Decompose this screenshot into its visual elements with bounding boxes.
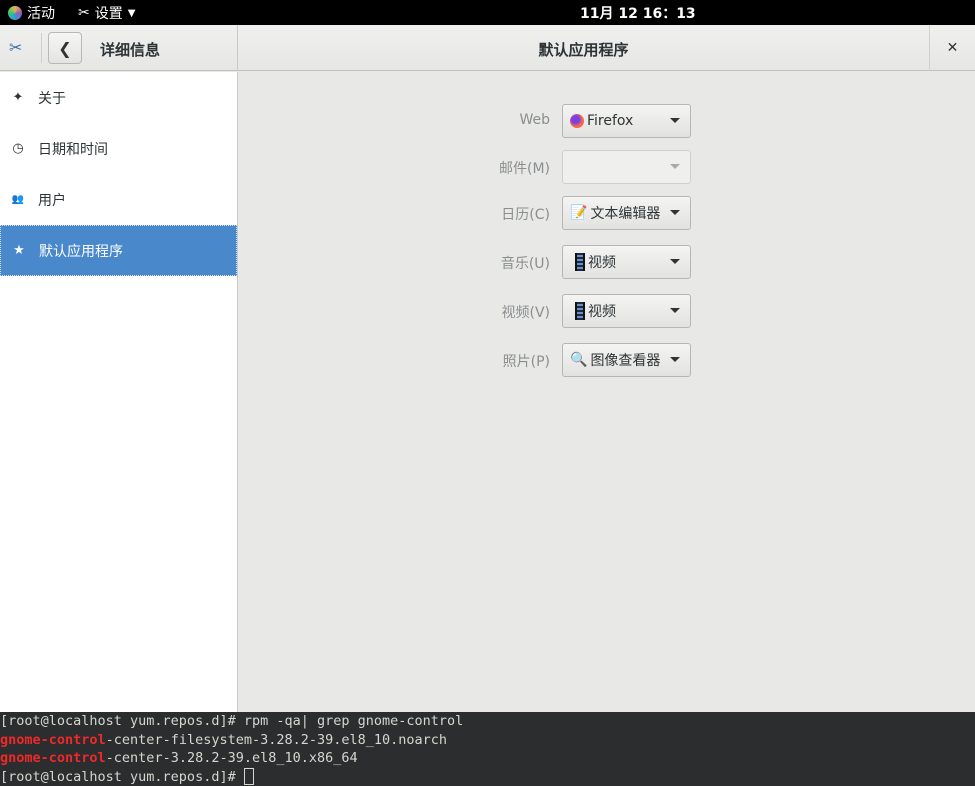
sidebar-item-label: 用户 xyxy=(38,192,66,209)
chevron-down-icon xyxy=(670,210,680,215)
sidebar-item-label: 日期和时间 xyxy=(38,141,108,158)
dropdown-value: 文本编辑器 xyxy=(590,206,661,222)
close-icon: ✕ xyxy=(946,40,959,56)
activities-label: 活动 xyxy=(27,6,55,22)
star-icon: ★ xyxy=(13,243,25,258)
users-icon: 👥 xyxy=(11,194,25,205)
clock-icon: ◷ xyxy=(12,141,24,156)
web-dropdown[interactable]: Firefox xyxy=(562,104,691,138)
sidebar-item-label: 默认应用程序 xyxy=(39,243,123,260)
dropdown-value: 视频 xyxy=(588,304,616,320)
sidebar-item-users[interactable]: 👥 用户 xyxy=(0,174,237,225)
sidebar-item-about[interactable]: ✦ 关于 xyxy=(0,72,237,123)
back-button[interactable]: ❮ xyxy=(48,32,82,64)
video-label: 视频(V) xyxy=(501,305,550,321)
terminal-line: gnome-control-center-3.28.2-39.el8_10.x8… xyxy=(0,749,975,768)
dropdown-value: 视频 xyxy=(588,255,616,271)
video-dropdown[interactable]: 视频 xyxy=(562,294,691,328)
grep-match: gnome-control xyxy=(0,750,106,766)
header-bar: ✂ ❮ 详细信息 默认应用程序 ✕ xyxy=(0,25,975,71)
terminal-text: -center-filesystem-3.28.2-39.el8_10.noar… xyxy=(105,731,448,748)
calendar-label: 日历(C) xyxy=(501,207,550,223)
distro-logo-icon xyxy=(8,6,22,20)
tools-icon: ✂ xyxy=(78,5,90,21)
grep-match: gnome-control xyxy=(0,731,106,748)
chevron-down-icon xyxy=(670,164,680,169)
text-editor-icon: 📝 xyxy=(570,205,588,221)
terminal-line: [root@localhost yum.repos.d]# rpm -qa| g… xyxy=(0,713,464,729)
photos-label: 照片(P) xyxy=(502,354,550,370)
default-web-row: Web Firefox xyxy=(420,104,710,138)
music-label: 音乐(U) xyxy=(500,256,550,272)
chevron-down-icon: ▼ xyxy=(127,7,136,19)
clock[interactable]: 11月 12 16：13 xyxy=(580,3,696,23)
music-dropdown[interactable]: 视频 xyxy=(562,245,691,279)
terminal-text: -center-3.28.2-39.el8_10.x86_64 xyxy=(105,750,358,766)
sparkle-icon: ✦ xyxy=(12,90,24,105)
terminal-prompt: [root@localhost yum.repos.d]# xyxy=(0,768,244,785)
default-music-row: 音乐(U) 视频 xyxy=(420,245,710,279)
top-bar: 活动 ✂ 设置 ▼ 11月 12 16：13 xyxy=(0,0,975,25)
web-label: Web xyxy=(519,112,550,128)
terminal-output[interactable]: [root@localhost yum.repos.d]# rpm -qa| g… xyxy=(0,712,975,786)
calendar-dropdown[interactable]: 📝 文本编辑器 xyxy=(562,196,691,230)
default-calendar-row: 日历(C) 📝 文本编辑器 xyxy=(420,196,710,230)
close-button[interactable]: ✕ xyxy=(929,25,975,71)
mail-dropdown[interactable] xyxy=(562,150,691,184)
dropdown-value: Firefox xyxy=(587,113,634,129)
mail-label: 邮件(M) xyxy=(498,161,550,177)
sidebar-item-label: 关于 xyxy=(38,90,66,107)
default-mail-row: 邮件(M) xyxy=(420,150,710,184)
chevron-left-icon: ❮ xyxy=(58,38,72,58)
default-photos-row: 照片(P) 🔍 图像查看器 xyxy=(420,343,710,377)
divider xyxy=(41,33,42,63)
sidebar: ✦ 关于 ◷ 日期和时间 👥 用户 ★ 默认应用程序 xyxy=(0,72,238,712)
chevron-down-icon xyxy=(670,118,680,123)
dropdown-value: 图像查看器 xyxy=(590,353,661,369)
chevron-down-icon xyxy=(670,357,680,362)
sidebar-item-default-apps[interactable]: ★ 默认应用程序 xyxy=(0,225,237,276)
page-title: 默认应用程序 xyxy=(538,41,629,59)
sidebar-item-date-time[interactable]: ◷ 日期和时间 xyxy=(0,123,237,174)
terminal-line: gnome-control-center-filesystem-3.28.2-3… xyxy=(0,731,975,750)
chevron-down-icon xyxy=(670,308,680,313)
firefox-icon xyxy=(570,114,584,128)
image-viewer-icon: 🔍 xyxy=(570,352,588,368)
settings-tools-icon: ✂ xyxy=(9,38,23,57)
terminal-prompt-line: [root@localhost yum.repos.d]# xyxy=(0,767,975,786)
default-video-row: 视频(V) 视频 xyxy=(420,294,710,328)
panel-title: 详细信息 xyxy=(100,41,161,59)
activities-button[interactable]: 活动 xyxy=(8,3,55,23)
terminal-cursor xyxy=(243,767,254,785)
film-icon xyxy=(575,302,585,320)
film-icon xyxy=(575,253,585,271)
chevron-down-icon xyxy=(670,259,680,264)
app-menu-label: 设置 xyxy=(94,6,123,22)
app-menu-button[interactable]: ✂ 设置 ▼ xyxy=(78,3,135,23)
photos-dropdown[interactable]: 🔍 图像查看器 xyxy=(562,343,691,377)
